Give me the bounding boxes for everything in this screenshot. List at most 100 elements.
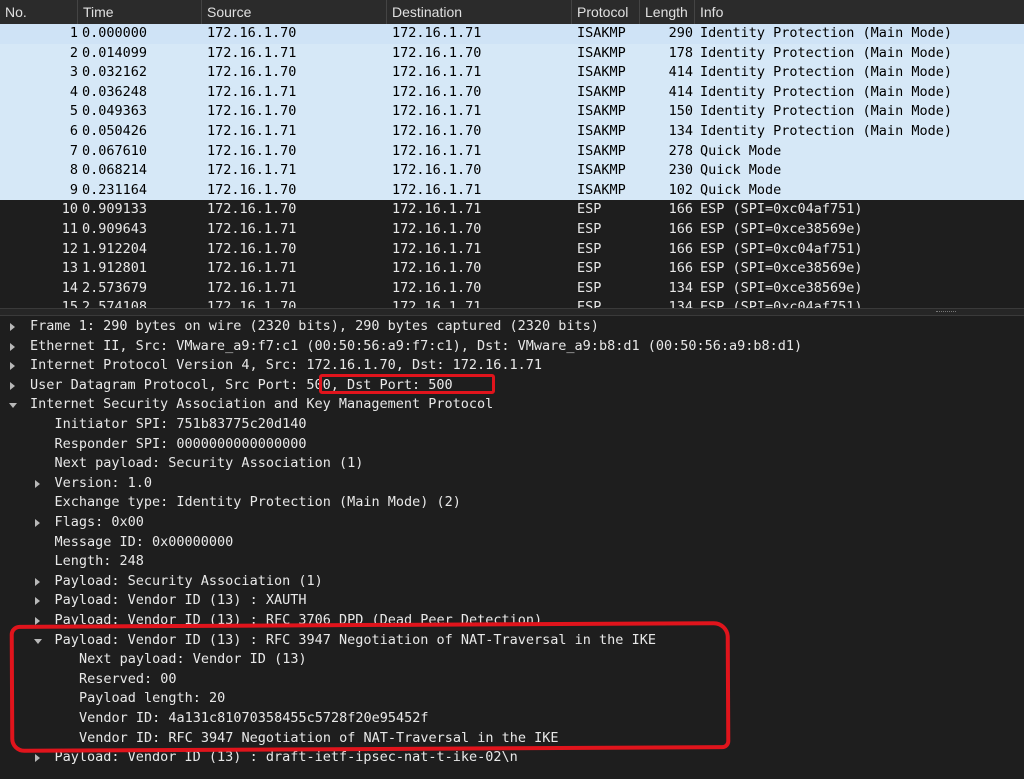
packet-cell-proto: ISAKMP [577, 162, 626, 179]
tree-item[interactable]: Payload: Security Association (1) [0, 572, 1024, 592]
packet-cell-len: 166 [668, 201, 693, 218]
packet-cell-len: 166 [668, 260, 693, 277]
expanded-arrow-icon[interactable] [7, 395, 19, 415]
collapsed-arrow-icon[interactable] [32, 513, 44, 533]
tree-item[interactable]: Message ID: 0x00000000 [0, 533, 1024, 553]
tree-item-label: Internet Security Association and Key Ma… [30, 396, 494, 413]
tree-item[interactable]: Internet Protocol Version 4, Src: 172.16… [0, 356, 1024, 376]
collapsed-arrow-icon[interactable] [7, 337, 19, 357]
packet-row[interactable]: 11 0.909643 172.16.1.71 172.16.1.70 ESP 166 ES… [0, 220, 1024, 240]
column-header-length[interactable]: Length [640, 0, 695, 24]
packet-cell-time: 0.909643 [82, 221, 148, 237]
column-header-info[interactable]: Info [695, 0, 1024, 24]
packet-row[interactable]: 2 0.014099 172.16.1.71 172.16.1.70 ISAKMP 178… [0, 43, 1024, 64]
tree-item[interactable]: Internet Security Association and Key Ma… [0, 395, 1024, 415]
splitter-grip-icon[interactable] [936, 311, 956, 314]
packet-cell-proto: ISAKMP [577, 142, 626, 159]
packet-cell-no: 8 [69, 162, 78, 179]
column-header-protocol[interactable]: Protocol [572, 0, 640, 24]
packet-cell-info: Identity Protection (Main Mode) [700, 64, 952, 81]
packet-cell-info: ESP (SPI=0xce38569e) [700, 260, 863, 277]
packet-cell-no: 12 [61, 240, 78, 257]
tree-item[interactable]: Payload: Vendor ID (13) : XAUTH [0, 591, 1024, 611]
packet-row[interactable]: 14 2.573679 172.16.1.71 172.16.1.70 ESP 134 ES… [0, 278, 1024, 299]
packet-cell-src: 172.16.1.70 [207, 103, 297, 120]
packet-cell-dst: 172.16.1.71 [392, 181, 482, 198]
packet-cell-src: 172.16.1.70 [207, 25, 297, 41]
column-header-time[interactable]: Time [78, 0, 202, 24]
packet-cell-len: 166 [668, 221, 693, 237]
packet-cell-dst: 172.16.1.70 [392, 162, 482, 179]
tree-item[interactable]: Exchange type: Identity Protection (Main… [0, 493, 1024, 513]
packet-cell-info: Identity Protection (Main Mode) [700, 25, 952, 41]
packet-row[interactable]: 9 0.231164 172.16.1.70 172.16.1.71 ISAKMP 102… [0, 180, 1024, 201]
packet-cell-no: 11 [61, 221, 78, 237]
packet-row[interactable]: 7 0.067610 172.16.1.70 172.16.1.71 ISAKMP 278… [0, 141, 1024, 162]
packet-cell-no: 13 [61, 260, 78, 277]
packet-cell-time: 2.573679 [82, 279, 148, 296]
packet-cell-dst: 172.16.1.70 [392, 221, 482, 237]
packet-cell-src: 172.16.1.70 [207, 142, 297, 159]
packet-row[interactable]: 3 0.032162 172.16.1.70 172.16.1.71 ISAKMP 414… [0, 63, 1024, 83]
packet-cell-src: 172.16.1.70 [207, 181, 297, 198]
packet-cell-src: 172.16.1.71 [207, 260, 297, 277]
packet-cell-time: 2.574108 [82, 299, 148, 308]
tree-item[interactable]: Flags: 0x00 [0, 513, 1024, 533]
pane-splitter[interactable] [0, 308, 1024, 316]
packet-cell-proto: ISAKMP [577, 103, 626, 120]
packet-cell-no: 6 [69, 123, 78, 139]
collapsed-arrow-icon[interactable] [32, 591, 44, 611]
packet-row[interactable]: 8 0.068214 172.16.1.71 172.16.1.70 ISAKMP 230… [0, 161, 1024, 181]
packet-cell-time: 0.014099 [82, 44, 148, 61]
packet-cell-src: 172.16.1.71 [207, 221, 297, 237]
packet-row[interactable]: 15 2.574108 172.16.1.70 172.16.1.71 ESP 134 ES… [0, 298, 1024, 308]
tree-item[interactable]: Version: 1.0 [0, 474, 1024, 494]
column-header-destination[interactable]: Destination [387, 0, 572, 24]
collapsed-arrow-icon[interactable] [7, 317, 19, 337]
annotation-box-nat-traversal [9, 621, 731, 753]
packet-cell-proto: ESP [577, 240, 602, 257]
packet-cell-dst: 172.16.1.71 [392, 64, 482, 81]
collapsed-arrow-icon[interactable] [32, 572, 44, 592]
packet-cell-len: 290 [668, 25, 693, 41]
packet-cell-time: 0.000000 [82, 25, 148, 41]
packet-row[interactable]: 1 0.000000 172.16.1.70 172.16.1.71 ISAKMP 290… [0, 24, 1024, 44]
packet-row[interactable]: 6 0.050426 172.16.1.71 172.16.1.70 ISAKMP 134… [0, 122, 1024, 142]
packet-cell-proto: ISAKMP [577, 25, 626, 41]
tree-item[interactable]: Length: 248 [0, 552, 1024, 572]
column-header-no[interactable]: No. [0, 0, 78, 24]
packet-cell-time: 0.036248 [82, 83, 148, 100]
packet-row[interactable]: 12 1.912204 172.16.1.70 172.16.1.71 ESP 166 ES… [0, 239, 1024, 260]
packet-cell-time: 0.231164 [82, 181, 148, 198]
tree-item[interactable]: Frame 1: 290 bytes on wire (2320 bits), … [0, 317, 1024, 337]
packet-cell-info: Identity Protection (Main Mode) [700, 44, 952, 61]
packet-row[interactable]: 13 1.912801 172.16.1.71 172.16.1.70 ESP 166 ES… [0, 259, 1024, 279]
packet-cell-dst: 172.16.1.71 [392, 25, 482, 41]
packet-cell-dst: 172.16.1.70 [392, 83, 482, 100]
packet-cell-src: 172.16.1.71 [207, 279, 297, 296]
packet-cell-src: 172.16.1.70 [207, 64, 297, 81]
packet-row[interactable]: 5 0.049363 172.16.1.70 172.16.1.71 ISAKMP 150… [0, 102, 1024, 122]
collapsed-arrow-icon[interactable] [32, 474, 44, 494]
tree-item[interactable]: Next payload: Security Association (1) [0, 454, 1024, 474]
tree-item-label: Initiator SPI: 751b83775c20d140 [54, 416, 307, 432]
collapsed-arrow-icon[interactable] [7, 376, 19, 396]
packet-cell-info: ESP (SPI=0xc04af751) [700, 299, 863, 308]
packet-cell-dst: 172.16.1.71 [392, 201, 482, 218]
packet-cell-time: 0.068214 [82, 162, 148, 179]
packet-list[interactable]: 1 0.000000 172.16.1.70 172.16.1.71 ISAKMP 290… [0, 24, 1024, 308]
tree-item[interactable]: Responder SPI: 0000000000000000 [0, 435, 1024, 455]
tree-item[interactable]: User Datagram Protocol, Src Port: 500, D… [0, 376, 1024, 396]
column-header-source[interactable]: Source [202, 0, 387, 24]
tree-item[interactable]: Initiator SPI: 751b83775c20d140 [0, 415, 1024, 435]
packet-cell-no: 2 [69, 44, 78, 61]
packet-cell-proto: ISAKMP [577, 123, 626, 139]
packet-row[interactable]: 10 0.909133 172.16.1.70 172.16.1.71 ESP 166 ES… [0, 200, 1024, 220]
collapsed-arrow-icon[interactable] [7, 356, 19, 376]
packet-cell-len: 414 [668, 64, 693, 81]
tree-item-label: Length: 248 [54, 553, 144, 570]
packet-cell-len: 134 [668, 299, 693, 308]
tree-item[interactable]: Ethernet II, Src: VMware_a9:f7:c1 (00:50… [0, 337, 1024, 357]
packet-row[interactable]: 4 0.036248 172.16.1.71 172.16.1.70 ISAKMP 414… [0, 82, 1024, 103]
packet-cell-len: 278 [668, 142, 693, 159]
